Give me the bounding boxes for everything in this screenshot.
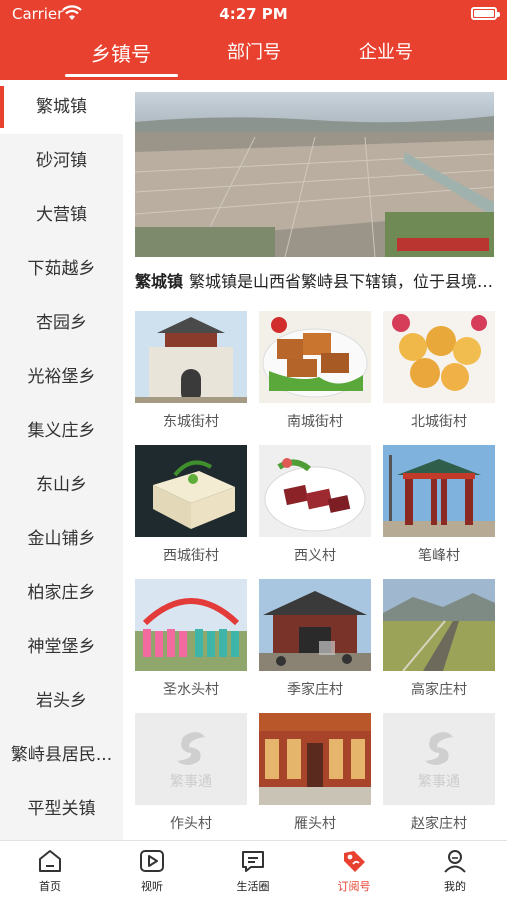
village-thumbnail <box>259 445 371 537</box>
battery-icon <box>471 7 500 20</box>
tag-icon <box>344 851 365 872</box>
town-banner-image[interactable] <box>135 92 494 257</box>
village-name: 赵家庄村 <box>411 816 467 832</box>
village-card[interactable]: 繁事通 赵家庄村 <box>383 713 495 833</box>
village-name: 东城街村 <box>163 414 219 430</box>
village-name: 笔峰村 <box>418 548 460 564</box>
nav-media[interactable]: 视听 <box>112 847 192 894</box>
home-icon <box>39 850 61 872</box>
sidebar-item-jinshanpu[interactable]: 金山铺乡 <box>0 512 123 566</box>
chat-icon <box>242 851 264 872</box>
header: Carrier 4:27 PM 乡镇号 部门号 企业号 <box>0 0 507 80</box>
sidebar-item-residents[interactable]: 繁峙县居民... <box>0 728 123 782</box>
village-name: 圣水头村 <box>163 682 219 698</box>
sidebar-item-dongshan[interactable]: 东山乡 <box>0 458 123 512</box>
nav-life-circle[interactable]: 生活圈 <box>213 847 293 894</box>
village-name: 西城街村 <box>163 548 219 564</box>
nav-label: 首页 <box>39 880 61 893</box>
township-sidebar: 繁城镇 砂河镇 大营镇 下茹越乡 杏园乡 光裕堡乡 集义庄乡 东山乡 金山铺乡 … <box>0 80 123 840</box>
nav-label: 生活圈 <box>236 880 270 893</box>
nav-label: 视听 <box>141 880 163 893</box>
app-root: Carrier 4:27 PM 乡镇号 部门号 企业号 繁城镇 砂河镇 大营镇 … <box>0 0 507 900</box>
village-card[interactable]: 高家庄村 <box>383 579 495 699</box>
sidebar-item-yantou[interactable]: 岩头乡 <box>0 674 123 728</box>
village-name: 高家庄村 <box>411 682 467 698</box>
main-content: 繁城镇 繁城镇是山西省繁峙县下辖镇，位于县境中部 东城街村 南城街村 北城街村 … <box>123 80 507 840</box>
placeholder-logo-text: 繁事通 <box>418 774 460 790</box>
village-name: 北城街村 <box>411 414 467 430</box>
intro-text: 繁城镇是山西省繁峙县下辖镇，位于县境中部 <box>189 272 497 291</box>
village-card[interactable]: 南城街村 <box>259 311 371 431</box>
village-card[interactable]: 东城街村 <box>135 311 247 431</box>
village-name: 西义村 <box>294 548 336 564</box>
village-card[interactable]: 西城街村 <box>135 445 247 565</box>
sidebar-item-jiyizhuang[interactable]: 集义庄乡 <box>0 404 123 458</box>
village-thumbnail <box>135 445 247 537</box>
town-intro[interactable]: 繁城镇 繁城镇是山西省繁峙县下辖镇，位于县境中部 <box>135 268 497 292</box>
sidebar-item-shahe[interactable]: 砂河镇 <box>0 134 123 188</box>
village-card[interactable]: 季家庄村 <box>259 579 371 699</box>
tab-department[interactable]: 部门号 <box>199 38 309 64</box>
village-thumbnail <box>383 311 495 403</box>
village-thumbnail <box>383 579 495 671</box>
app-logo-icon <box>383 713 495 805</box>
sidebar-item-shentangbao[interactable]: 神堂堡乡 <box>0 620 123 674</box>
sidebar-item-guangyubao[interactable]: 光裕堡乡 <box>0 350 123 404</box>
user-icon <box>444 850 466 873</box>
village-thumbnail <box>259 579 371 671</box>
sidebar-item-fancheng[interactable]: 繁城镇 <box>0 80 123 134</box>
village-name: 季家庄村 <box>287 682 343 698</box>
app-logo-icon <box>135 713 247 805</box>
nav-subscriptions[interactable]: 订阅号 <box>314 847 394 894</box>
tab-township[interactable]: 乡镇号 <box>66 38 176 67</box>
sidebar-item-xiaruyue[interactable]: 下茹越乡 <box>0 242 123 296</box>
village-card[interactable]: 西义村 <box>259 445 371 565</box>
village-thumbnail-placeholder: 繁事通 <box>135 713 247 805</box>
tab-bar: 乡镇号 部门号 企业号 <box>0 30 507 80</box>
village-thumbnail <box>135 311 247 403</box>
sidebar-item-daying[interactable]: 大营镇 <box>0 188 123 242</box>
nav-label: 我的 <box>444 880 466 893</box>
intro-town-name: 繁城镇 <box>135 272 184 291</box>
placeholder-logo-text: 繁事通 <box>170 774 212 790</box>
village-thumbnail <box>135 579 247 671</box>
village-card[interactable]: 笔峰村 <box>383 445 495 565</box>
village-card[interactable]: 雁头村 <box>259 713 371 833</box>
village-name: 南城街村 <box>287 414 343 430</box>
tab-active-indicator <box>65 74 178 77</box>
village-thumbnail <box>259 311 371 403</box>
village-card[interactable]: 北城街村 <box>383 311 495 431</box>
village-thumbnail-placeholder: 繁事通 <box>383 713 495 805</box>
nav-label: 订阅号 <box>337 880 371 893</box>
village-thumbnail <box>383 445 495 537</box>
clock: 4:27 PM <box>219 5 288 23</box>
village-card[interactable]: 繁事通 作头村 <box>135 713 247 833</box>
bottom-nav: 首页 视听 生活圈 订阅号 我的 <box>0 840 507 900</box>
play-icon <box>140 850 164 872</box>
nav-profile[interactable]: 我的 <box>415 847 495 894</box>
village-card[interactable]: 圣水头村 <box>135 579 247 699</box>
village-name: 作头村 <box>170 816 212 832</box>
village-name: 雁头村 <box>294 816 336 832</box>
sidebar-item-xingyuan[interactable]: 杏园乡 <box>0 296 123 350</box>
sidebar-item-baijiazhuang[interactable]: 柏家庄乡 <box>0 566 123 620</box>
nav-home[interactable]: 首页 <box>10 847 90 894</box>
village-thumbnail <box>259 713 371 805</box>
status-bar: Carrier 4:27 PM <box>0 0 507 30</box>
sidebar-item-pingxingguan[interactable]: 平型关镇 <box>0 782 123 836</box>
tab-enterprise[interactable]: 企业号 <box>331 38 441 64</box>
